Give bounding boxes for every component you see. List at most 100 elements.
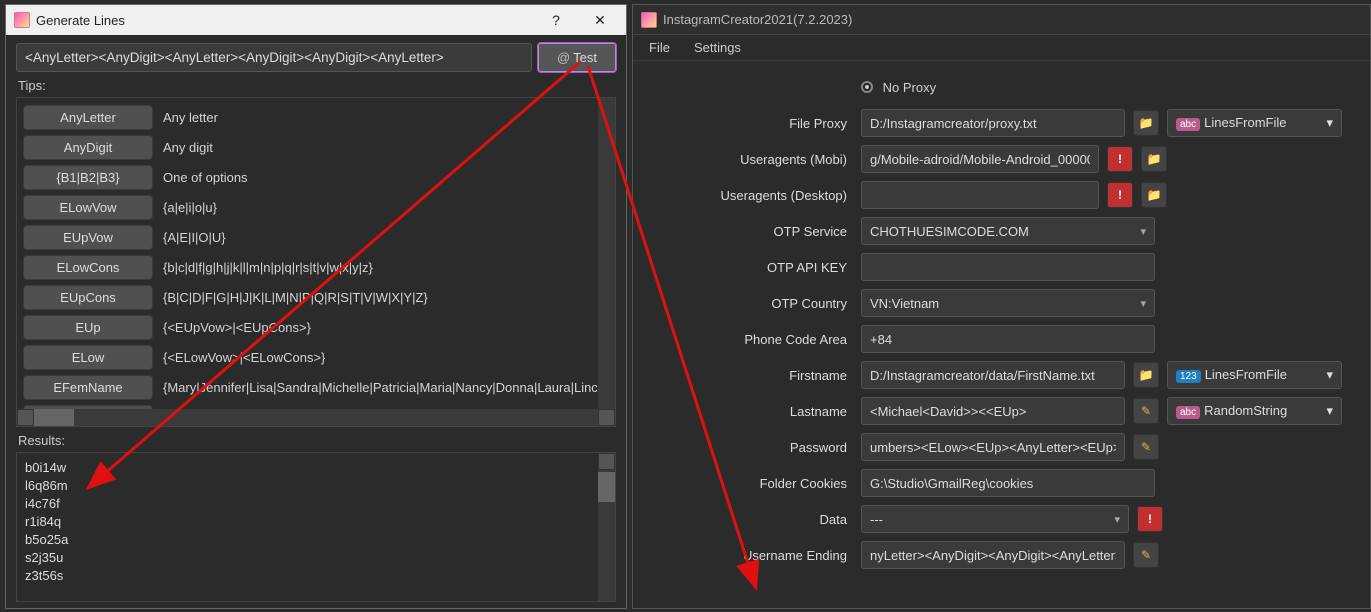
radio-icon	[861, 81, 873, 93]
main-window: InstagramCreator2021(7.2.2023) File Sett…	[632, 4, 1371, 609]
result-line[interactable]: r1i84q	[25, 513, 607, 531]
tips-vertical-scrollbar[interactable]	[598, 98, 615, 409]
result-line[interactable]: i4c76f	[25, 495, 607, 513]
tip-button-anydigit[interactable]: AnyDigit	[23, 135, 153, 160]
menubar: File Settings	[633, 35, 1370, 61]
tip-button-elowcons[interactable]: ELowCons	[23, 255, 153, 280]
browse-ua-mobi[interactable]: 📁	[1141, 146, 1167, 172]
input-phone-area[interactable]	[861, 325, 1155, 353]
no-proxy-radio[interactable]: No Proxy	[861, 80, 936, 95]
tip-row: EFemName {Mary|Jennifer|Lisa|Sandra|Miche…	[19, 372, 613, 402]
main-titlebar: InstagramCreator2021(7.2.2023)	[633, 5, 1370, 35]
warn-ua-mobi[interactable]: !	[1107, 146, 1133, 172]
tip-desc: One of options	[163, 170, 248, 185]
result-line[interactable]: z3t56s	[25, 567, 607, 585]
close-button[interactable]: ✕	[578, 6, 622, 34]
input-firstname[interactable]	[861, 361, 1125, 389]
help-button[interactable]: ?	[534, 6, 578, 34]
input-file-proxy[interactable]	[861, 109, 1125, 137]
input-otp-apikey[interactable]	[861, 253, 1155, 281]
test-button[interactable]: @ Test	[538, 43, 616, 72]
edit-lastname[interactable]: ✎	[1133, 398, 1159, 424]
tip-button-elow[interactable]: ELow	[23, 345, 153, 370]
label-ua-desktop: Useragents (Desktop)	[643, 188, 853, 203]
dropdown-data[interactable]: ---▾	[861, 505, 1129, 533]
results-vertical-scrollbar[interactable]	[598, 453, 615, 601]
chevron-down-icon: ▾	[1110, 513, 1120, 526]
tip-button-elowvow[interactable]: ELowVow	[23, 195, 153, 220]
input-lastname[interactable]	[861, 397, 1125, 425]
tip-desc: Any digit	[163, 140, 213, 155]
tip-button-efemname[interactable]: EFemName	[23, 375, 153, 400]
browse-firstname[interactable]: 📁	[1133, 362, 1159, 388]
tip-button-eupcons[interactable]: EUpCons	[23, 285, 153, 310]
label-data: Data	[643, 512, 853, 527]
tip-row: ELowCons {b|c|d|f|g|h|j|k|l|m|n|p|q|r|s|t…	[19, 252, 613, 282]
tips-label: Tips:	[18, 78, 614, 93]
dialog-titlebar: Generate Lines ? ✕	[6, 5, 626, 35]
label-phone-area: Phone Code Area	[643, 332, 853, 347]
label-password: Password	[643, 440, 853, 455]
edit-password[interactable]: ✎	[1133, 434, 1159, 460]
chevron-down-icon: ▾	[1326, 367, 1333, 383]
expression-input[interactable]	[16, 43, 532, 72]
dropdown-otp-service[interactable]: CHOTHUESIMCODE.COM▾	[861, 217, 1155, 245]
tip-desc: {b|c|d|f|g|h|j|k|l|m|n|p|q|r|s|t|v|w|x|y…	[163, 260, 373, 275]
label-ua-mobi: Useragents (Mobi)	[643, 152, 853, 167]
tips-horizontal-scrollbar[interactable]	[17, 409, 615, 426]
chevron-down-icon: ▾	[1136, 225, 1146, 238]
app-icon	[14, 12, 30, 28]
result-line[interactable]: b5o25a	[25, 531, 607, 549]
tip-desc: {<ELowVow>|<ELowCons>}	[163, 350, 325, 365]
generate-lines-dialog: Generate Lines ? ✕ @ Test Tips: AnyLette…	[5, 4, 627, 609]
tip-desc: {Mary|Jennifer|Lisa|Sandra|Michelle|Patr…	[163, 380, 598, 395]
browse-ua-desktop[interactable]: 📁	[1141, 182, 1167, 208]
label-file-proxy: File Proxy	[643, 116, 853, 131]
results-list[interactable]: b0i14wl6q86mi4c76fr1i84qb5o25as2j35uz3t5…	[17, 453, 615, 591]
browse-file-proxy[interactable]: 📁	[1133, 110, 1159, 136]
tip-row: EUp {<EUpVow>|<EUpCons>}	[19, 312, 613, 342]
scroll-thumb[interactable]	[34, 409, 74, 426]
tip-desc: {A|E|I|O|U}	[163, 230, 226, 245]
mode-firstname[interactable]: 123LinesFromFile ▾	[1167, 361, 1342, 389]
tip-row: ELowVow{a|e|i|o|u}	[19, 192, 613, 222]
result-line[interactable]: l6q86m	[25, 477, 607, 495]
main-title: InstagramCreator2021(7.2.2023)	[663, 12, 852, 27]
tip-button-eupvow[interactable]: EUpVow	[23, 225, 153, 250]
warn-data[interactable]: !	[1137, 506, 1163, 532]
results-label: Results:	[18, 433, 614, 448]
input-username-ending[interactable]	[861, 541, 1125, 569]
input-ua-desktop[interactable]	[861, 181, 1099, 209]
label-otp-apikey: OTP API KEY	[643, 260, 853, 275]
mode-file-proxy[interactable]: abcLinesFromFile ▾	[1167, 109, 1342, 137]
tip-button-b1b2b3[interactable]: {B1|B2|B3}	[23, 165, 153, 190]
input-password[interactable]	[861, 433, 1125, 461]
tip-desc: {<EUpVow>|<EUpCons>}	[163, 320, 311, 335]
results-panel: b0i14wl6q86mi4c76fr1i84qb5o25as2j35uz3t5…	[16, 452, 616, 602]
menu-file[interactable]: File	[639, 36, 680, 59]
dialog-title: Generate Lines	[36, 13, 534, 28]
tip-desc: {B|C|D|F|G|H|J|K|L|M|N|P|Q|R|S|T|V|W|X|Y…	[163, 290, 428, 305]
scroll-left-button[interactable]	[17, 409, 34, 426]
edit-username-ending[interactable]: ✎	[1133, 542, 1159, 568]
tip-row: AnyLetterAny letter	[19, 102, 613, 132]
tip-button-eup[interactable]: EUp	[23, 315, 153, 340]
at-icon: @	[557, 50, 570, 65]
scroll-right-button[interactable]	[598, 409, 615, 426]
label-otp-country: OTP Country	[643, 296, 853, 311]
label-otp-service: OTP Service	[643, 224, 853, 239]
result-line[interactable]: s2j35u	[25, 549, 607, 567]
tip-button-anyletter[interactable]: AnyLetter	[23, 105, 153, 130]
result-line[interactable]: b0i14w	[25, 459, 607, 477]
tip-row: EUpCons {B|C|D|F|G|H|J|K|L|M|N|P|Q|R|S|T|…	[19, 282, 613, 312]
label-folder-cookies: Folder Cookies	[643, 476, 853, 491]
warn-ua-desktop[interactable]: !	[1107, 182, 1133, 208]
chevron-down-icon: ▾	[1326, 403, 1333, 419]
input-ua-mobi[interactable]	[861, 145, 1099, 173]
input-folder-cookies[interactable]	[861, 469, 1155, 497]
chevron-down-icon: ▾	[1136, 297, 1146, 310]
tip-row: EUpVow {A|E|I|O|U}	[19, 222, 613, 252]
mode-lastname[interactable]: abcRandomString ▾	[1167, 397, 1342, 425]
dropdown-otp-country[interactable]: VN:Vietnam▾	[861, 289, 1155, 317]
menu-settings[interactable]: Settings	[684, 36, 751, 59]
